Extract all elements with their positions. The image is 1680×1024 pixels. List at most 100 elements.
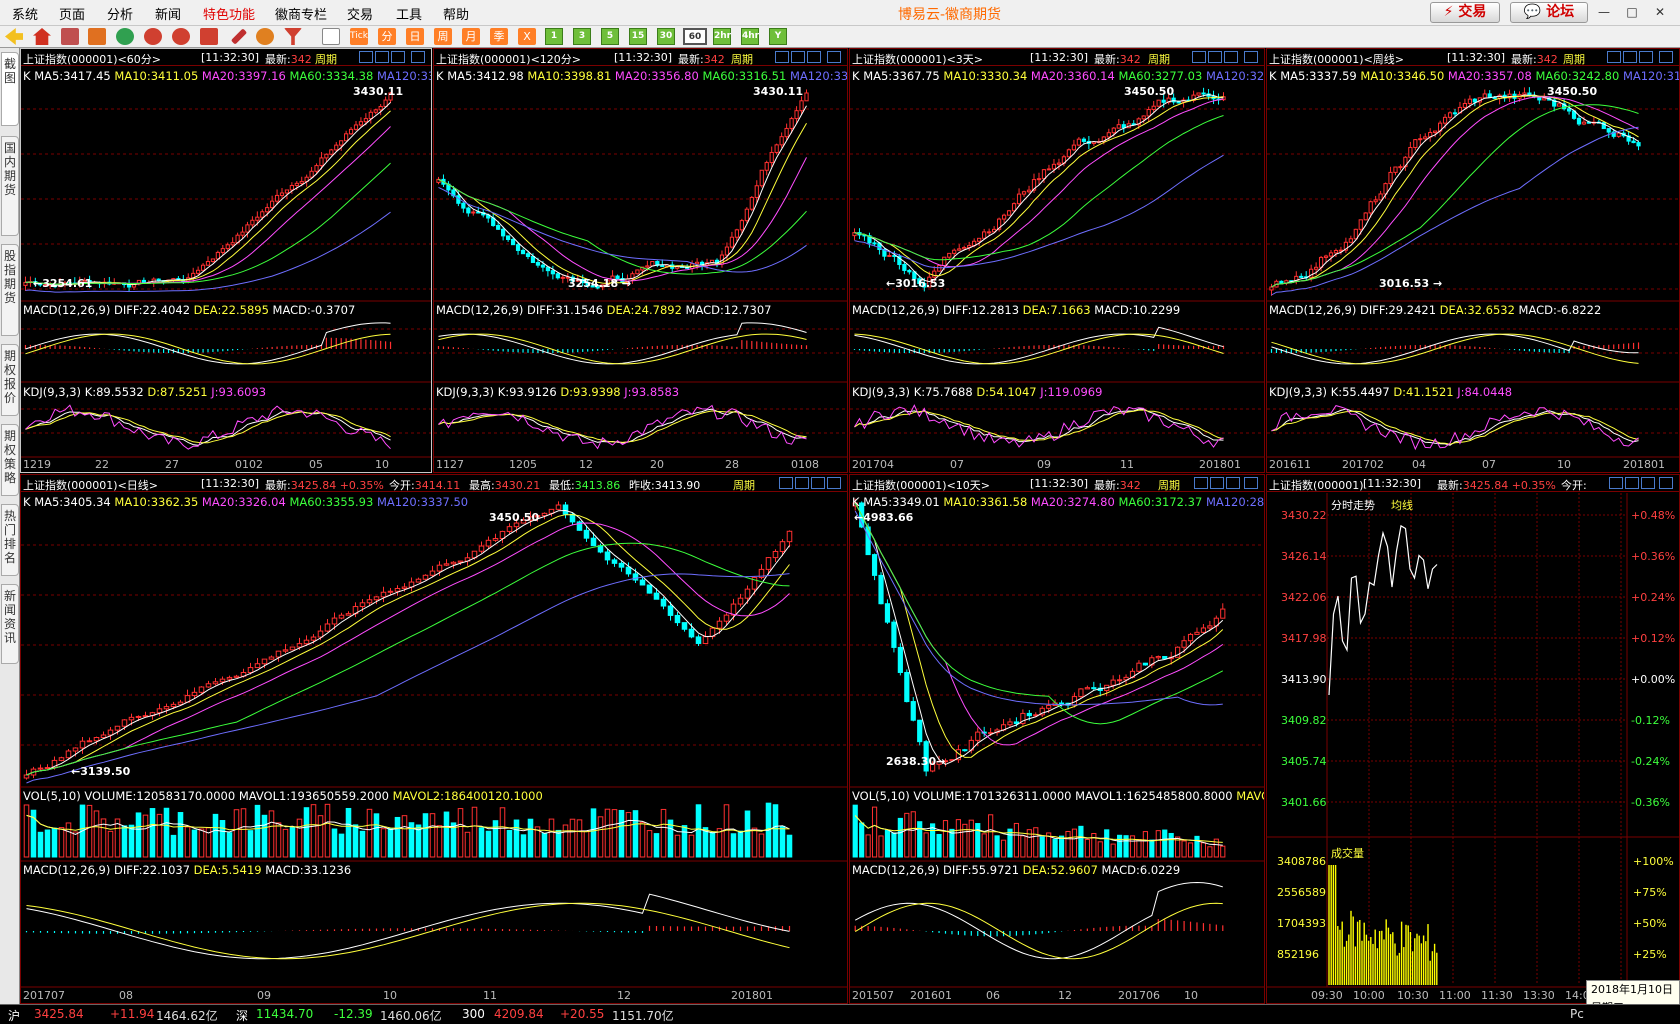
period-button[interactable]: 周期 xyxy=(1158,477,1180,493)
expand-icon[interactable] xyxy=(1226,477,1240,489)
high-marker: 3450.50 xyxy=(489,511,540,524)
period-4hr-button[interactable]: 4hr xyxy=(741,28,759,45)
expand-icon[interactable] xyxy=(811,477,825,489)
side-tab-hot-ranking[interactable]: 热门排名 xyxy=(1,504,19,576)
minimize-icon[interactable]: — xyxy=(1594,4,1614,20)
side-tab-option-strategy[interactable]: 期权策略 xyxy=(1,424,19,496)
menu-trade[interactable]: 交易 xyxy=(347,4,373,23)
volume-bar xyxy=(317,815,324,858)
period-15-button[interactable]: 15 xyxy=(629,28,647,45)
maximize-icon[interactable]: □ xyxy=(1622,4,1642,20)
side-tab-index-futures[interactable]: 股指期货 xyxy=(1,244,19,336)
period-year-button[interactable]: Y xyxy=(769,28,787,45)
menu-features[interactable]: 特色功能 xyxy=(203,4,255,23)
next-icon[interactable] xyxy=(375,51,389,63)
maximize-panel-icon[interactable] xyxy=(1659,477,1673,489)
next-icon[interactable] xyxy=(1625,477,1639,489)
side-tab-option-quotes[interactable]: 期权报价 xyxy=(1,344,19,416)
ma60: MA60:3277.03 xyxy=(1118,69,1203,83)
period-3-button[interactable]: 3 xyxy=(573,28,591,45)
trade-button[interactable]: ⚡ 交易 xyxy=(1430,2,1500,23)
x-label: 10:30 xyxy=(1397,989,1429,1002)
home-icon[interactable] xyxy=(33,28,51,45)
stop-icon[interactable] xyxy=(200,28,218,45)
period-button[interactable]: 周期 xyxy=(731,51,753,67)
zoom-out-icon[interactable] xyxy=(172,28,190,45)
daily-chart-panel[interactable]: 上证指数(000001)<日线> [11:32:30] 最新:3425.84 +… xyxy=(20,474,848,1004)
prev-icon[interactable] xyxy=(1192,51,1206,63)
zoom-in-icon[interactable] xyxy=(144,28,162,45)
tick-icon[interactable]: Tick xyxy=(350,28,368,45)
period-button[interactable]: 周期 xyxy=(1148,51,1170,67)
week-icon[interactable]: 周 xyxy=(434,28,452,45)
menu-tools[interactable]: 工具 xyxy=(396,4,422,23)
next-icon[interactable] xyxy=(1208,51,1222,63)
maximize-panel-icon[interactable] xyxy=(411,51,425,63)
tab-average[interactable]: 均线 xyxy=(1391,497,1413,513)
tenday-chart-panel[interactable]: 上证指数(000001)<10天> [11:32:30] 最新:342 周期 K… xyxy=(849,474,1265,1004)
quarter-icon[interactable]: 季 xyxy=(490,28,508,45)
prev-icon[interactable] xyxy=(359,51,373,63)
next-icon[interactable] xyxy=(795,477,809,489)
period-5-button[interactable]: 5 xyxy=(601,28,619,45)
menu-analysis[interactable]: 分析 xyxy=(107,4,133,23)
expand-icon[interactable] xyxy=(391,51,405,63)
period-button[interactable]: 周期 xyxy=(1563,51,1585,67)
menu-help[interactable]: 帮助 xyxy=(443,4,469,23)
prev-icon[interactable] xyxy=(779,477,793,489)
maximize-panel-icon[interactable] xyxy=(1244,477,1258,489)
top-chart-panel-1[interactable]: 上证指数(000001)<60分> [11:32:30] 最新:342 周期 K… xyxy=(20,48,432,473)
tab-intraday[interactable]: 分时走势 xyxy=(1331,497,1375,513)
top-chart-panel-3[interactable]: 上证指数(000001)<3天> [11:32:30] 最新:342 周期 K … xyxy=(849,48,1265,473)
minute-icon[interactable]: 分 xyxy=(378,28,396,45)
period-button[interactable]: 周期 xyxy=(733,477,755,493)
year-icon[interactable]: X xyxy=(518,28,536,45)
period-30-button[interactable]: 30 xyxy=(657,28,675,45)
menu-news[interactable]: 新闻 xyxy=(155,4,181,23)
prev-icon[interactable] xyxy=(1607,51,1621,63)
macd-dea: DEA:52.9607 xyxy=(1022,863,1098,877)
back-icon[interactable] xyxy=(5,28,23,45)
prev-icon[interactable] xyxy=(1609,477,1623,489)
prev-icon[interactable] xyxy=(1194,477,1208,489)
menu-column[interactable]: 徽商专栏 xyxy=(275,4,327,23)
intraday-chart-panel[interactable]: 上证指数(000001) [11:32:30] 最新:3425.84 +0.35… xyxy=(1266,474,1680,1004)
period-2hr-button[interactable]: 2hr xyxy=(713,28,731,45)
candle-body xyxy=(245,224,250,233)
side-tab-domestic-futures[interactable]: 国内期货 xyxy=(1,136,19,236)
period-button[interactable]: 周期 xyxy=(315,51,337,67)
menu-page[interactable]: 页面 xyxy=(59,4,85,23)
maximize-panel-icon[interactable] xyxy=(1244,51,1258,63)
period-1-button[interactable]: 1 xyxy=(545,28,563,45)
maximize-panel-icon[interactable] xyxy=(827,51,841,63)
chart-canvas xyxy=(850,87,1264,458)
next-icon[interactable] xyxy=(1623,51,1637,63)
top-chart-panel-4[interactable]: 上证指数(000001)<周线> [11:32:30] 最新:342 周期 K … xyxy=(1266,48,1680,473)
period-60-button[interactable]: 60 xyxy=(683,28,707,45)
prev-icon[interactable] xyxy=(775,51,789,63)
expand-icon[interactable] xyxy=(807,51,821,63)
month-icon[interactable]: 月 xyxy=(462,28,480,45)
expand-icon[interactable] xyxy=(1224,51,1238,63)
filter-icon[interactable] xyxy=(284,28,302,45)
side-tab-screenshot[interactable]: 截图 xyxy=(1,52,19,126)
table-icon[interactable] xyxy=(322,28,340,45)
refresh-icon[interactable] xyxy=(116,28,134,45)
alarm-icon[interactable] xyxy=(256,28,274,45)
side-tab-news[interactable]: 新闻资讯 xyxy=(1,584,19,664)
forum-button[interactable]: 💬 论坛 xyxy=(1510,2,1588,23)
draw-icon[interactable] xyxy=(230,28,248,45)
next-icon[interactable] xyxy=(791,51,805,63)
menu-system[interactable]: 系统 xyxy=(12,4,38,23)
close-icon[interactable]: ✕ xyxy=(1650,4,1670,20)
maximize-panel-icon[interactable] xyxy=(827,477,841,489)
expand-icon[interactable] xyxy=(1641,477,1655,489)
x-label: 201801 xyxy=(1623,458,1665,471)
maximize-panel-icon[interactable] xyxy=(1659,51,1673,63)
expand-icon[interactable] xyxy=(1639,51,1653,63)
news-icon[interactable] xyxy=(61,28,79,45)
day-icon[interactable]: 日 xyxy=(406,28,424,45)
top-chart-panel-2[interactable]: 上证指数(000001)<120分> [11:32:30] 最新:342 周期 … xyxy=(433,48,848,473)
next-icon[interactable] xyxy=(1210,477,1224,489)
folder-icon[interactable] xyxy=(88,28,106,45)
